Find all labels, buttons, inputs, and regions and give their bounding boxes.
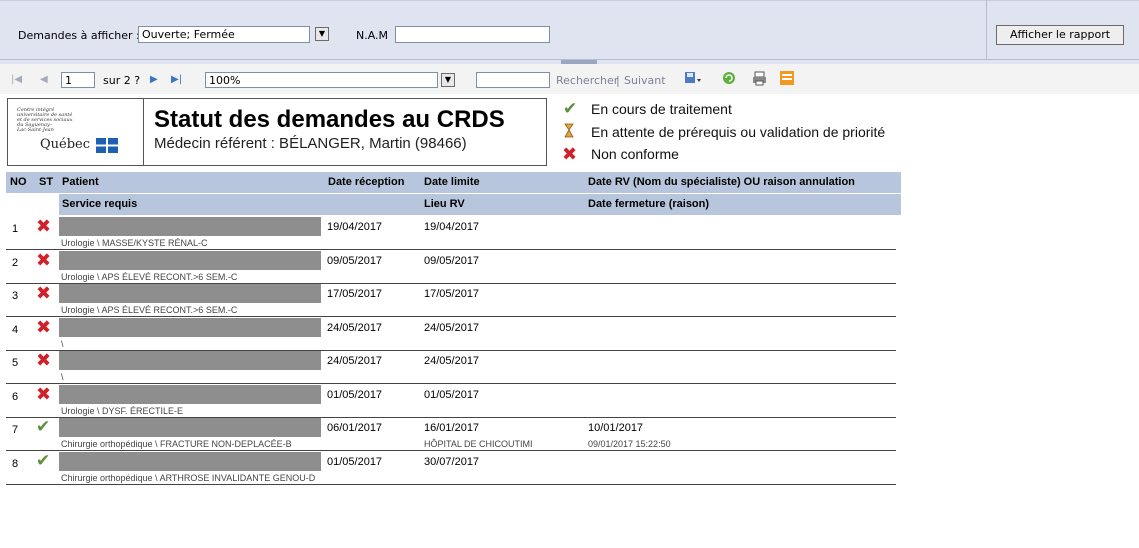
deadline-date: 24/05/2017 xyxy=(424,322,480,334)
check-icon: ✔ xyxy=(36,451,51,471)
patient-name-redacted xyxy=(59,418,321,437)
service-required: Urologie \ MASSE/KYSTE RÉNAL-C xyxy=(61,238,208,248)
service-required: Urologie \ APS ÉLEVÉ RECONT.>6 SEM.-C xyxy=(61,272,238,282)
appointment-location: HÔPITAL DE CHICOUTIMI xyxy=(424,439,533,449)
cross-icon: ✖ xyxy=(36,283,52,304)
patient-name-redacted xyxy=(59,351,321,370)
cross-icon: ✖ xyxy=(36,317,52,338)
patient-name-redacted xyxy=(59,452,321,471)
report-table-body: 1 ✖ 19/04/2017 19/04/2017 Urologie \ MASSE/K… xyxy=(0,0,1139,548)
cross-icon: ✖ xyxy=(36,350,52,371)
row-number: 8 xyxy=(12,458,19,470)
patient-name-redacted xyxy=(59,251,321,270)
cross-icon: ✖ xyxy=(36,216,52,237)
received-date: 24/05/2017 xyxy=(327,355,383,367)
patient-name-redacted xyxy=(59,385,321,404)
service-required: Chirurgie orthopédique \ ARTHROSE INVALI… xyxy=(61,473,316,483)
deadline-date: 17/05/2017 xyxy=(424,288,480,300)
row-divider xyxy=(6,383,896,384)
deadline-date: 30/07/2017 xyxy=(424,456,480,468)
patient-name-redacted xyxy=(59,217,321,236)
patient-name-redacted xyxy=(59,284,321,303)
cross-icon: ✖ xyxy=(36,250,52,271)
service-required: \ xyxy=(61,372,64,382)
row-divider xyxy=(6,450,896,451)
deadline-date: 19/04/2017 xyxy=(424,221,480,233)
received-date: 09/05/2017 xyxy=(327,255,383,267)
row-number: 3 xyxy=(12,290,19,302)
received-date: 06/01/2017 xyxy=(327,422,383,434)
row-divider xyxy=(6,249,896,250)
row-number: 1 xyxy=(12,223,19,235)
appointment-date: 10/01/2017 xyxy=(588,422,644,434)
row-number: 7 xyxy=(12,424,19,436)
deadline-date: 24/05/2017 xyxy=(424,355,480,367)
closed-date: 09/01/2017 15:22:50 xyxy=(588,439,671,449)
row-number: 5 xyxy=(12,357,19,369)
service-required: \ xyxy=(61,339,64,349)
row-number: 4 xyxy=(12,324,19,336)
received-date: 24/05/2017 xyxy=(327,322,383,334)
cross-icon: ✖ xyxy=(36,384,52,405)
service-required: Urologie \ DYSF. ÉRECTILE-E xyxy=(61,406,184,416)
row-number: 6 xyxy=(12,391,19,403)
check-icon: ✔ xyxy=(36,417,51,437)
received-date: 19/04/2017 xyxy=(327,221,383,233)
deadline-date: 09/05/2017 xyxy=(424,255,480,267)
deadline-date: 16/01/2017 xyxy=(424,422,480,434)
service-required: Urologie \ APS ÉLEVÉ RECONT.>6 SEM.-C xyxy=(61,305,238,315)
received-date: 17/05/2017 xyxy=(327,288,383,300)
row-divider xyxy=(6,484,896,485)
patient-name-redacted xyxy=(59,318,321,337)
received-date: 01/05/2017 xyxy=(327,389,383,401)
received-date: 01/05/2017 xyxy=(327,456,383,468)
deadline-date: 01/05/2017 xyxy=(424,389,480,401)
service-required: Chirurgie orthopédique \ FRACTURE NON-DE… xyxy=(61,439,292,449)
row-number: 2 xyxy=(12,257,19,269)
row-divider xyxy=(6,316,896,317)
